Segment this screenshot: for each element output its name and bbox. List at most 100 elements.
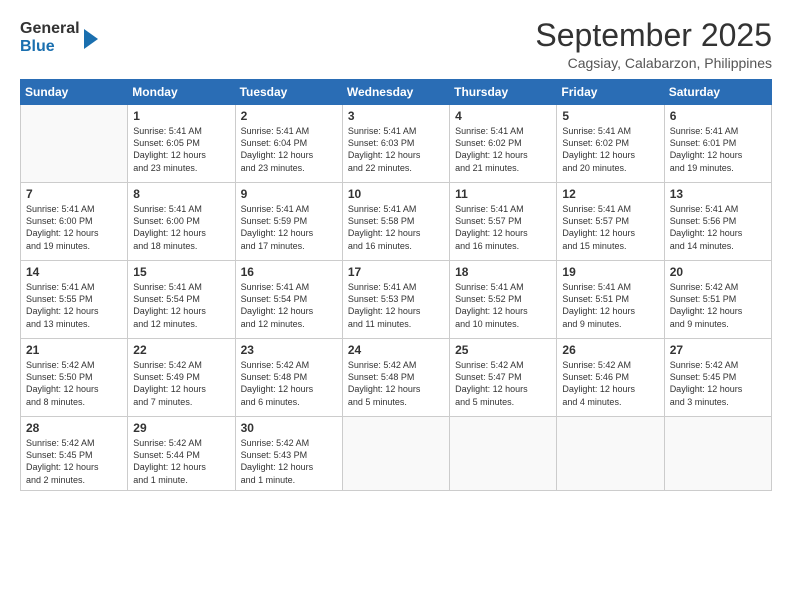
col-tuesday: Tuesday xyxy=(235,80,342,105)
day-number: 30 xyxy=(241,421,337,435)
day-number: 14 xyxy=(26,265,122,279)
day-info: Sunrise: 5:41 AMSunset: 5:57 PMDaylight:… xyxy=(455,203,551,252)
day-number: 15 xyxy=(133,265,229,279)
day-number: 19 xyxy=(562,265,658,279)
logo-line1: General xyxy=(20,20,80,38)
day-info: Sunrise: 5:41 AMSunset: 5:57 PMDaylight:… xyxy=(562,203,658,252)
table-cell: 27Sunrise: 5:42 AMSunset: 5:45 PMDayligh… xyxy=(664,339,771,417)
day-info: Sunrise: 5:41 AMSunset: 6:02 PMDaylight:… xyxy=(562,125,658,174)
calendar-row: 14 Sunrise: 5:41 AMSunset: 5:55 PMDayligh… xyxy=(21,261,772,339)
title-block: September 2025 Cagsiay, Calabarzon, Phil… xyxy=(535,18,772,71)
table-cell: 14 Sunrise: 5:41 AMSunset: 5:55 PMDayligh… xyxy=(21,261,128,339)
day-number: 18 xyxy=(455,265,551,279)
day-info: Sunrise: 5:42 AMSunset: 5:45 PMDaylight:… xyxy=(670,359,766,408)
day-info: Sunrise: 5:41 AMSunset: 5:51 PMDaylight:… xyxy=(562,281,658,330)
calendar-row: 7 Sunrise: 5:41 AMSunset: 6:00 PMDaylight… xyxy=(21,183,772,261)
day-number: 12 xyxy=(562,187,658,201)
table-cell: 8Sunrise: 5:41 AMSunset: 6:00 PMDaylight… xyxy=(128,183,235,261)
col-wednesday: Wednesday xyxy=(342,80,449,105)
day-info: Sunrise: 5:42 AMSunset: 5:50 PMDaylight:… xyxy=(26,359,122,408)
table-cell: 16Sunrise: 5:41 AMSunset: 5:54 PMDayligh… xyxy=(235,261,342,339)
day-info: Sunrise: 5:41 AMSunset: 5:56 PMDaylight:… xyxy=(670,203,766,252)
day-number: 25 xyxy=(455,343,551,357)
table-cell: 1 Sunrise: 5:41 AMSunset: 6:05 PMDaylight… xyxy=(128,105,235,183)
table-cell: 15Sunrise: 5:41 AMSunset: 5:54 PMDayligh… xyxy=(128,261,235,339)
day-number: 24 xyxy=(348,343,444,357)
day-number: 20 xyxy=(670,265,766,279)
day-number: 10 xyxy=(348,187,444,201)
header: General Blue September 2025 Cagsiay, Cal… xyxy=(20,18,772,71)
logo-line2: Blue xyxy=(20,38,80,56)
col-friday: Friday xyxy=(557,80,664,105)
day-info: Sunrise: 5:41 AMSunset: 6:01 PMDaylight:… xyxy=(670,125,766,174)
day-info: Sunrise: 5:42 AMSunset: 5:44 PMDaylight:… xyxy=(133,437,229,486)
table-cell: 11Sunrise: 5:41 AMSunset: 5:57 PMDayligh… xyxy=(450,183,557,261)
col-saturday: Saturday xyxy=(664,80,771,105)
table-cell: 21 Sunrise: 5:42 AMSunset: 5:50 PMDayligh… xyxy=(21,339,128,417)
logo-wrapper: General Blue xyxy=(20,18,98,57)
day-number: 9 xyxy=(241,187,337,201)
table-cell: 4Sunrise: 5:41 AMSunset: 6:02 PMDaylight… xyxy=(450,105,557,183)
day-number: 1 xyxy=(133,109,229,123)
day-info: Sunrise: 5:41 AMSunset: 6:05 PMDaylight:… xyxy=(133,125,229,174)
logo-arrow-icon xyxy=(84,29,98,49)
day-number: 28 xyxy=(26,421,122,435)
day-info: Sunrise: 5:41 AMSunset: 5:59 PMDaylight:… xyxy=(241,203,337,252)
table-cell: 28 Sunrise: 5:42 AMSunset: 5:45 PMDayligh… xyxy=(21,417,128,491)
day-info: Sunrise: 5:41 AMSunset: 5:52 PMDaylight:… xyxy=(455,281,551,330)
day-number: 7 xyxy=(26,187,122,201)
day-info: Sunrise: 5:42 AMSunset: 5:51 PMDaylight:… xyxy=(670,281,766,330)
calendar-title: September 2025 xyxy=(535,18,772,53)
day-number: 29 xyxy=(133,421,229,435)
table-cell: 12 Sunrise: 5:41 AMSunset: 5:57 PMDayligh… xyxy=(557,183,664,261)
day-info: Sunrise: 5:42 AMSunset: 5:48 PMDaylight:… xyxy=(348,359,444,408)
table-cell: 10 Sunrise: 5:41 AMSunset: 5:58 PMDayligh… xyxy=(342,183,449,261)
table-cell xyxy=(21,105,128,183)
col-monday: Monday xyxy=(128,80,235,105)
day-number: 2 xyxy=(241,109,337,123)
table-cell: 25Sunrise: 5:42 AMSunset: 5:47 PMDayligh… xyxy=(450,339,557,417)
table-cell xyxy=(450,417,557,491)
table-cell xyxy=(664,417,771,491)
table-cell xyxy=(557,417,664,491)
day-info: Sunrise: 5:42 AMSunset: 5:43 PMDaylight:… xyxy=(241,437,337,486)
day-info: Sunrise: 5:41 AMSunset: 5:53 PMDaylight:… xyxy=(348,281,444,330)
day-number: 21 xyxy=(26,343,122,357)
day-info: Sunrise: 5:42 AMSunset: 5:48 PMDaylight:… xyxy=(241,359,337,408)
day-info: Sunrise: 5:41 AMSunset: 6:00 PMDaylight:… xyxy=(133,203,229,252)
day-info: Sunrise: 5:41 AMSunset: 5:58 PMDaylight:… xyxy=(348,203,444,252)
table-cell: 24 Sunrise: 5:42 AMSunset: 5:48 PMDayligh… xyxy=(342,339,449,417)
day-info: Sunrise: 5:41 AMSunset: 6:03 PMDaylight:… xyxy=(348,125,444,174)
day-number: 13 xyxy=(670,187,766,201)
table-cell: 20 Sunrise: 5:42 AMSunset: 5:51 PMDayligh… xyxy=(664,261,771,339)
table-cell: 6Sunrise: 5:41 AMSunset: 6:01 PMDaylight… xyxy=(664,105,771,183)
table-cell: 19 Sunrise: 5:41 AMSunset: 5:51 PMDayligh… xyxy=(557,261,664,339)
table-cell: 22 Sunrise: 5:42 AMSunset: 5:49 PMDayligh… xyxy=(128,339,235,417)
day-info: Sunrise: 5:42 AMSunset: 5:49 PMDaylight:… xyxy=(133,359,229,408)
day-info: Sunrise: 5:41 AMSunset: 6:04 PMDaylight:… xyxy=(241,125,337,174)
day-number: 4 xyxy=(455,109,551,123)
table-cell: 3 Sunrise: 5:41 AMSunset: 6:03 PMDaylight… xyxy=(342,105,449,183)
day-info: Sunrise: 5:41 AMSunset: 5:54 PMDaylight:… xyxy=(241,281,337,330)
table-cell: 18 Sunrise: 5:41 AMSunset: 5:52 PMDayligh… xyxy=(450,261,557,339)
day-info: Sunrise: 5:41 AMSunset: 5:55 PMDaylight:… xyxy=(26,281,122,330)
day-number: 5 xyxy=(562,109,658,123)
table-cell: 13 Sunrise: 5:41 AMSunset: 5:56 PMDayligh… xyxy=(664,183,771,261)
day-info: Sunrise: 5:42 AMSunset: 5:45 PMDaylight:… xyxy=(26,437,122,486)
day-info: Sunrise: 5:41 AMSunset: 6:00 PMDaylight:… xyxy=(26,203,122,252)
day-number: 3 xyxy=(348,109,444,123)
calendar-row: 28 Sunrise: 5:42 AMSunset: 5:45 PMDayligh… xyxy=(21,417,772,491)
day-number: 17 xyxy=(348,265,444,279)
page: General Blue September 2025 Cagsiay, Cal… xyxy=(0,0,792,612)
day-number: 26 xyxy=(562,343,658,357)
table-cell: 5 Sunrise: 5:41 AMSunset: 6:02 PMDaylight… xyxy=(557,105,664,183)
table-cell: 30 Sunrise: 5:42 AMSunset: 5:43 PMDayligh… xyxy=(235,417,342,491)
table-cell xyxy=(342,417,449,491)
logo-box: General Blue xyxy=(20,18,80,57)
col-thursday: Thursday xyxy=(450,80,557,105)
table-cell: 23Sunrise: 5:42 AMSunset: 5:48 PMDayligh… xyxy=(235,339,342,417)
calendar-subtitle: Cagsiay, Calabarzon, Philippines xyxy=(535,55,772,71)
table-cell: 17 Sunrise: 5:41 AMSunset: 5:53 PMDayligh… xyxy=(342,261,449,339)
day-number: 22 xyxy=(133,343,229,357)
col-sunday: Sunday xyxy=(21,80,128,105)
